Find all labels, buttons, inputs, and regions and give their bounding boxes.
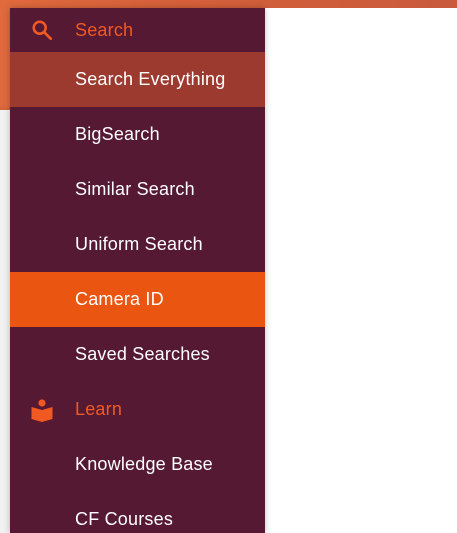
menu-item-label: BigSearch (75, 124, 160, 144)
menu-item-label: Similar Search (75, 179, 195, 199)
menu-item-label: Camera ID (75, 289, 164, 309)
menu-item-label: Knowledge Base (75, 454, 213, 474)
section-header-learn[interactable]: Learn (10, 382, 265, 437)
menu-item-bigsearch[interactable]: BigSearch (10, 107, 265, 162)
menu-item-cf-courses[interactable]: CF Courses (10, 492, 265, 533)
menu-item-search-everything[interactable]: Search Everything (10, 52, 265, 107)
menu-item-label: Uniform Search (75, 234, 203, 254)
search-icon (30, 18, 54, 42)
menu-item-saved-searches[interactable]: Saved Searches (10, 327, 265, 382)
content-panel (265, 8, 457, 533)
menu-item-uniform-search[interactable]: Uniform Search (10, 217, 265, 272)
menu-item-label: Search Everything (75, 69, 226, 89)
book-reader-icon (30, 398, 54, 422)
menu-item-camera-id[interactable]: Camera ID (10, 272, 265, 327)
section-label-search: Search (75, 19, 134, 40)
navigation-menu: Search Search Everything BigSearch Simil… (10, 8, 265, 533)
menu-item-label: Saved Searches (75, 344, 210, 364)
section-header-search[interactable]: Search (10, 8, 265, 52)
menu-item-similar-search[interactable]: Similar Search (10, 162, 265, 217)
menu-item-knowledge-base[interactable]: Knowledge Base (10, 437, 265, 492)
menu-item-label: CF Courses (75, 509, 174, 529)
section-label-learn: Learn (75, 399, 123, 419)
